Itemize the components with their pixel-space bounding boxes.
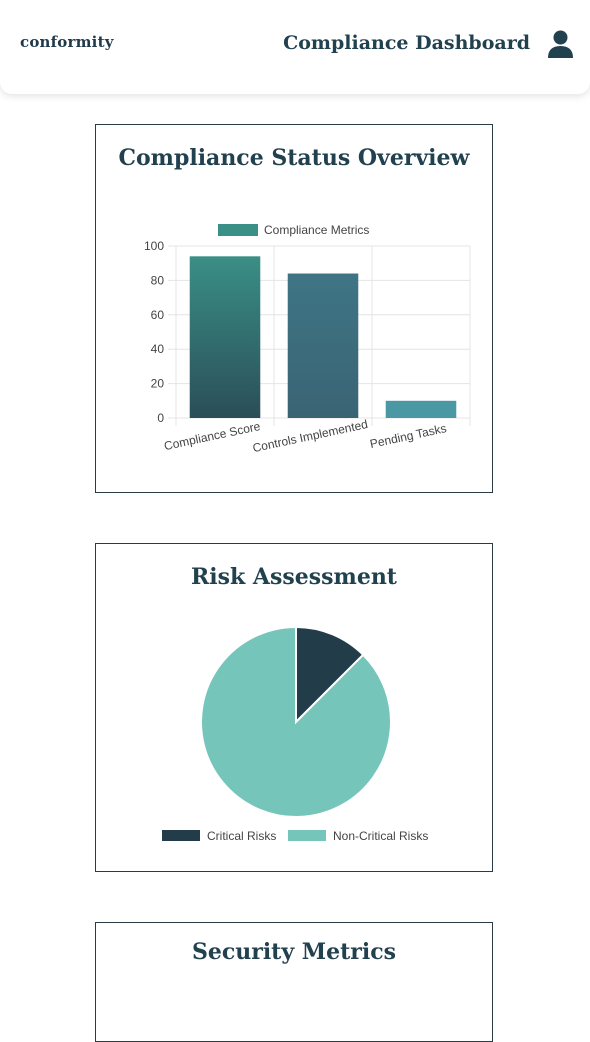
x-tick-label: Pending Tasks bbox=[369, 421, 448, 451]
legend-swatch bbox=[218, 224, 258, 236]
bar bbox=[385, 400, 457, 418]
compliance-status-card: Compliance Status Overview 0 20 40 60 80 100 C… bbox=[95, 124, 493, 493]
legend-label: Critical Risks bbox=[207, 829, 276, 843]
legend-swatch bbox=[162, 830, 200, 841]
y-tick-label: 0 bbox=[157, 411, 164, 425]
pie-slice bbox=[200, 625, 392, 818]
page-title: Compliance Dashboard bbox=[283, 32, 530, 54]
y-tick-label: 20 bbox=[151, 377, 165, 391]
top-header: conformity Compliance Dashboard bbox=[0, 0, 590, 94]
x-tick-label: Controls Implemented bbox=[251, 417, 369, 455]
app-logo[interactable]: conformity bbox=[20, 33, 114, 51]
y-tick-label: 40 bbox=[151, 342, 165, 356]
legend-label: Compliance Metrics bbox=[264, 223, 369, 237]
legend-label: Non-Critical Risks bbox=[333, 829, 428, 843]
y-tick-label: 80 bbox=[151, 273, 165, 287]
y-tick-label: 100 bbox=[144, 239, 164, 253]
security-card-title: Security Metrics bbox=[191, 939, 397, 965]
bar bbox=[287, 273, 359, 418]
risk-pie-chart: Critical Risks Non-Critical Risks bbox=[162, 625, 428, 843]
risk-assessment-card: Risk Assessment Critical Risks Non-Critic… bbox=[95, 543, 493, 872]
bar bbox=[189, 256, 261, 418]
legend-swatch bbox=[288, 830, 326, 841]
y-tick-label: 60 bbox=[151, 308, 165, 322]
compliance-bar-chart: 0 20 40 60 80 100 Compliance ScoreControls Imp… bbox=[144, 223, 471, 455]
security-metrics-card: Security Metrics bbox=[95, 922, 493, 1042]
user-icon[interactable] bbox=[548, 30, 573, 58]
x-tick-label: Compliance Score bbox=[163, 419, 262, 453]
